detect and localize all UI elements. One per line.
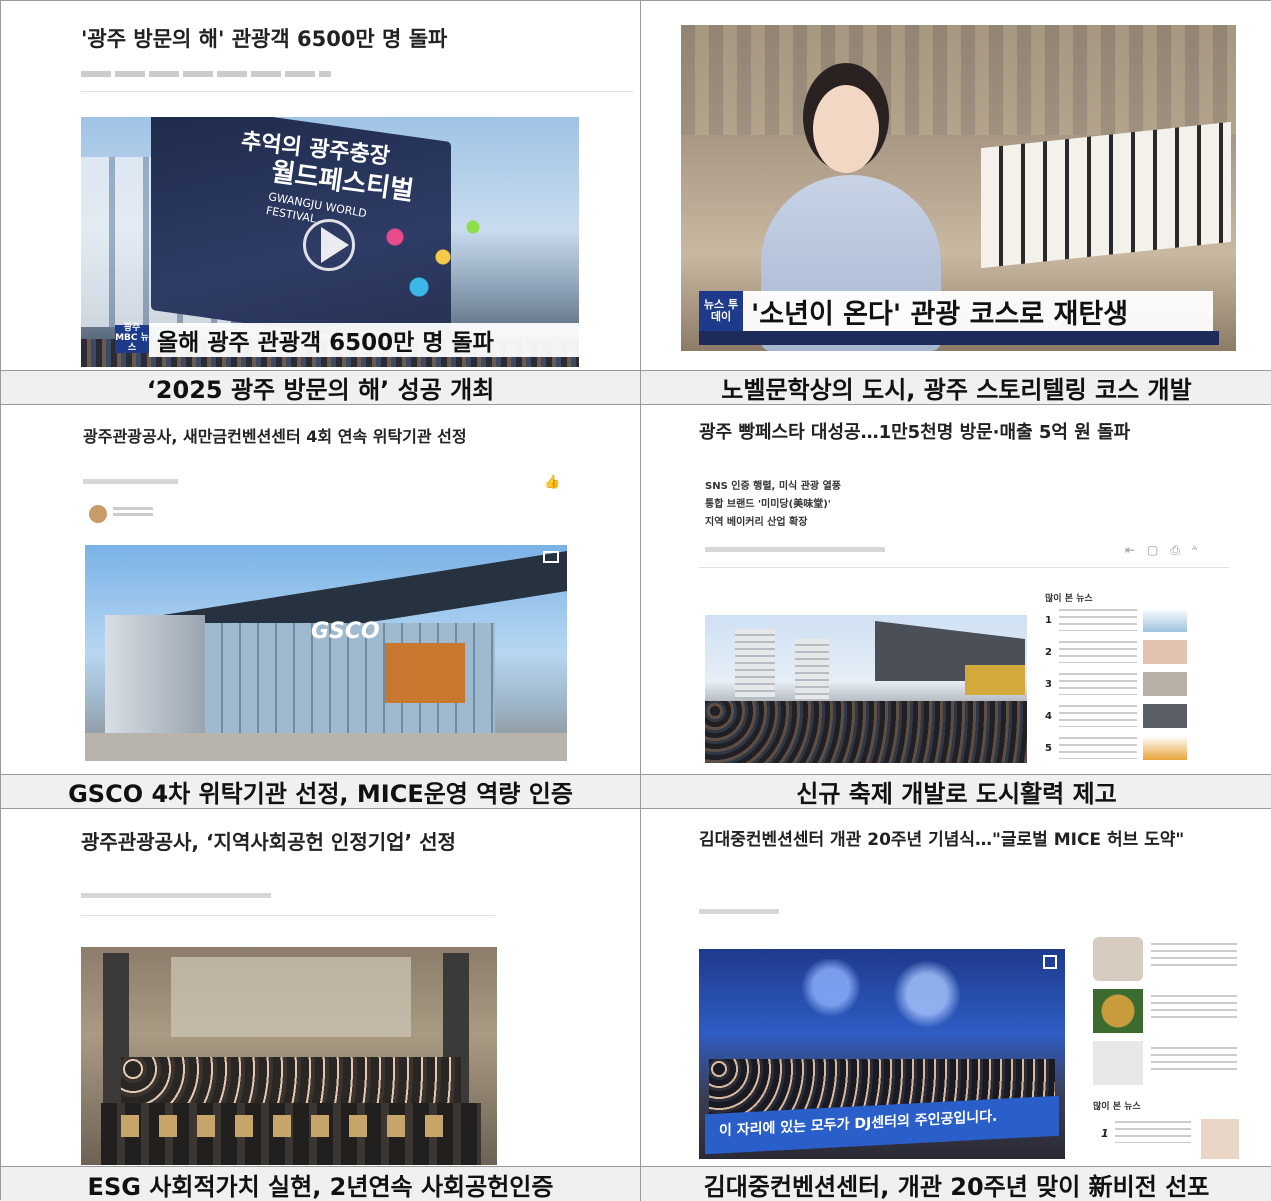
panel-6: 김대중컨벤션센터 개관 20주년 기념식…"글로벌 MICE 허브 도약" 이 … bbox=[641, 809, 1271, 1167]
panel-6-side-text-1 bbox=[1151, 943, 1237, 971]
panel-6-meta-lines bbox=[699, 909, 779, 914]
panel-5-divider bbox=[81, 915, 495, 916]
panel-4-sub-2: 통합 브랜드 '미미당(美味堂)' bbox=[705, 499, 831, 510]
panel-6-side-thumb-4[interactable] bbox=[1201, 1119, 1239, 1159]
play-icon[interactable] bbox=[321, 227, 349, 263]
gsco-plaza bbox=[85, 733, 567, 761]
list-item[interactable]: 3 bbox=[1045, 671, 1187, 697]
panel-6-expand-icon[interactable] bbox=[1043, 955, 1057, 969]
panel-3-reporter-lines bbox=[113, 507, 153, 517]
list-item[interactable]: 5 bbox=[1045, 735, 1187, 761]
panel-2-news-still: 뉴스 투데이 '소년이 온다' 관광 코스로 재탄생 bbox=[681, 25, 1236, 351]
panel-1-flag-photo: 추억의 광주충장 월드페스티벌 GWANGJU WORLD FESTIVAL 광… bbox=[81, 117, 579, 367]
panel-6-side-text-2 bbox=[1151, 995, 1237, 1023]
ticker-bar bbox=[699, 331, 1219, 345]
thumbnail bbox=[1143, 672, 1187, 696]
panel-4-side-title: 많이 본 뉴스 bbox=[1045, 594, 1093, 604]
group-back-row bbox=[121, 1057, 461, 1107]
panel-2: 뉴스 투데이 '소년이 온다' 관광 코스로 재탄생 bbox=[641, 1, 1271, 371]
list-item[interactable]: 1 bbox=[1045, 607, 1187, 633]
backdrop-wall bbox=[681, 25, 1236, 135]
news-collage: '광주 방문의 해' 관광객 6500만 명 돌파 추억의 광주충장 월드페스티… bbox=[0, 0, 1271, 1201]
thumbnail bbox=[1143, 608, 1187, 632]
thumbnail bbox=[1143, 704, 1187, 728]
panel-4-divider bbox=[699, 567, 1229, 568]
flag-confetti bbox=[371, 207, 491, 307]
panel-1-news-badge: 광주MBC 뉴스 bbox=[115, 323, 149, 353]
panel-4-headline: 광주 빵페스타 대성공…1만5천명 방문·매출 5억 원 돌파 bbox=[699, 422, 1131, 443]
panel-3-building-photo: GSCO bbox=[85, 545, 567, 761]
gsco-sign: GSCO bbox=[311, 619, 380, 644]
panel-6-side-thumb-2[interactable] bbox=[1093, 989, 1143, 1033]
panel-6-side-text-3 bbox=[1151, 1047, 1237, 1075]
caption-1: ‘2025 광주 방문의 해’ 성공 개최 bbox=[1, 371, 641, 405]
gsco-side-wall bbox=[105, 615, 205, 733]
panel-4-sub-1: SNS 인증 행렬, 미식 관광 열풍 bbox=[705, 481, 841, 492]
panel-4-festival-photo bbox=[705, 615, 1027, 763]
panel-1: '광주 방문의 해' 관광객 6500만 명 돌파 추억의 광주충장 월드페스티… bbox=[1, 1, 641, 371]
caption-2: 노벨문학상의 도시, 광주 스토리텔링 코스 개발 bbox=[641, 371, 1271, 405]
panel-4: 광주 빵페스타 대성공…1만5천명 방문·매출 5억 원 돌파 SNS 인증 행… bbox=[641, 405, 1271, 775]
caption-3: GSCO 4차 위탁기관 선정, MICE운영 역량 인증 bbox=[1, 775, 641, 809]
panel-6-ceremony-photo: 이 자리에 있는 모두가 DJ센터의 주인공입니다. bbox=[699, 949, 1065, 1159]
festival-crowd bbox=[705, 701, 1027, 763]
caption-5: ESG 사회적가치 실현, 2년연속 사회공헌인증 bbox=[1, 1167, 641, 1201]
panel-4-meta-lines bbox=[705, 547, 885, 552]
caption-6: 김대중컨벤션센터, 개관 20주년 맞이 新비전 선포 bbox=[641, 1167, 1271, 1201]
caption-4: 신규 축제 개발로 도시활력 제고 bbox=[641, 775, 1271, 809]
panel-3-reporter-avatar bbox=[89, 505, 107, 523]
panel-5-meta-lines bbox=[81, 893, 271, 898]
panel-6-side-num: 1 bbox=[1101, 1127, 1109, 1140]
panel-6-side-thumb-1[interactable] bbox=[1093, 937, 1143, 981]
panel-6-side-title: 많이 본 뉴스 bbox=[1093, 1102, 1141, 1112]
stage-lights bbox=[759, 959, 999, 1029]
anchor-head bbox=[813, 85, 879, 173]
panel-1-banner: 올해 광주 관광객 6500만 명 돌파 bbox=[149, 323, 579, 357]
panel-5: 광주관광공사, ‘지역사회공헌 인정기업’ 선정 bbox=[1, 809, 641, 1167]
list-item[interactable]: 2 bbox=[1045, 639, 1187, 665]
apartment-tower-1 bbox=[735, 629, 775, 699]
apartment-tower-2 bbox=[795, 639, 829, 699]
panel-5-headline: 광주관광공사, ‘지역사회공헌 인정기업’ 선정 bbox=[81, 830, 456, 854]
panel-5-award-photo bbox=[81, 947, 497, 1165]
panel-1-meta-lines bbox=[81, 71, 331, 77]
panel-3-headline: 광주관광공사, 새만금컨벤션센터 4회 연속 위탁기관 선정 bbox=[83, 427, 467, 446]
panel-4-sub-3: 지역 베이커리 산업 확장 bbox=[705, 517, 808, 528]
panel-4-share-icons[interactable]: ⇤▢⎙ᴬ bbox=[1125, 543, 1209, 558]
panel-6-headline: 김대중컨벤션센터 개관 20주년 기념식…"글로벌 MICE 허브 도약" bbox=[699, 830, 1185, 850]
panel-3-expand-icon[interactable] bbox=[543, 551, 559, 563]
panel-1-headline: '광주 방문의 해' 관광객 6500만 명 돌파 bbox=[81, 27, 448, 51]
panel-4-side-list: 1 2 3 4 5 bbox=[1045, 607, 1187, 767]
panel-2-banner: '소년이 온다' 관광 코스로 재탄생 bbox=[743, 291, 1213, 331]
gsco-orange-wall bbox=[385, 643, 465, 703]
stage-screen bbox=[171, 957, 411, 1037]
panel-6-side-thumb-3[interactable] bbox=[1093, 1041, 1143, 1085]
piano-display bbox=[981, 121, 1231, 269]
panel-3: 광주관광공사, 새만금컨벤션센터 4회 연속 위탁기관 선정 👍 GSCO bbox=[1, 405, 641, 775]
panel-3-like-icon[interactable]: 👍 bbox=[544, 475, 560, 490]
festival-stall bbox=[965, 665, 1025, 695]
panel-6-side-text-4 bbox=[1115, 1121, 1191, 1143]
panel-1-divider bbox=[81, 91, 633, 92]
panel-3-meta-lines bbox=[83, 479, 178, 484]
list-item[interactable]: 4 bbox=[1045, 703, 1187, 729]
thumbnail bbox=[1143, 736, 1187, 760]
thumbnail bbox=[1143, 640, 1187, 664]
panel-2-news-badge: 뉴스 투데이 bbox=[699, 291, 743, 331]
award-plaques bbox=[121, 1115, 461, 1137]
